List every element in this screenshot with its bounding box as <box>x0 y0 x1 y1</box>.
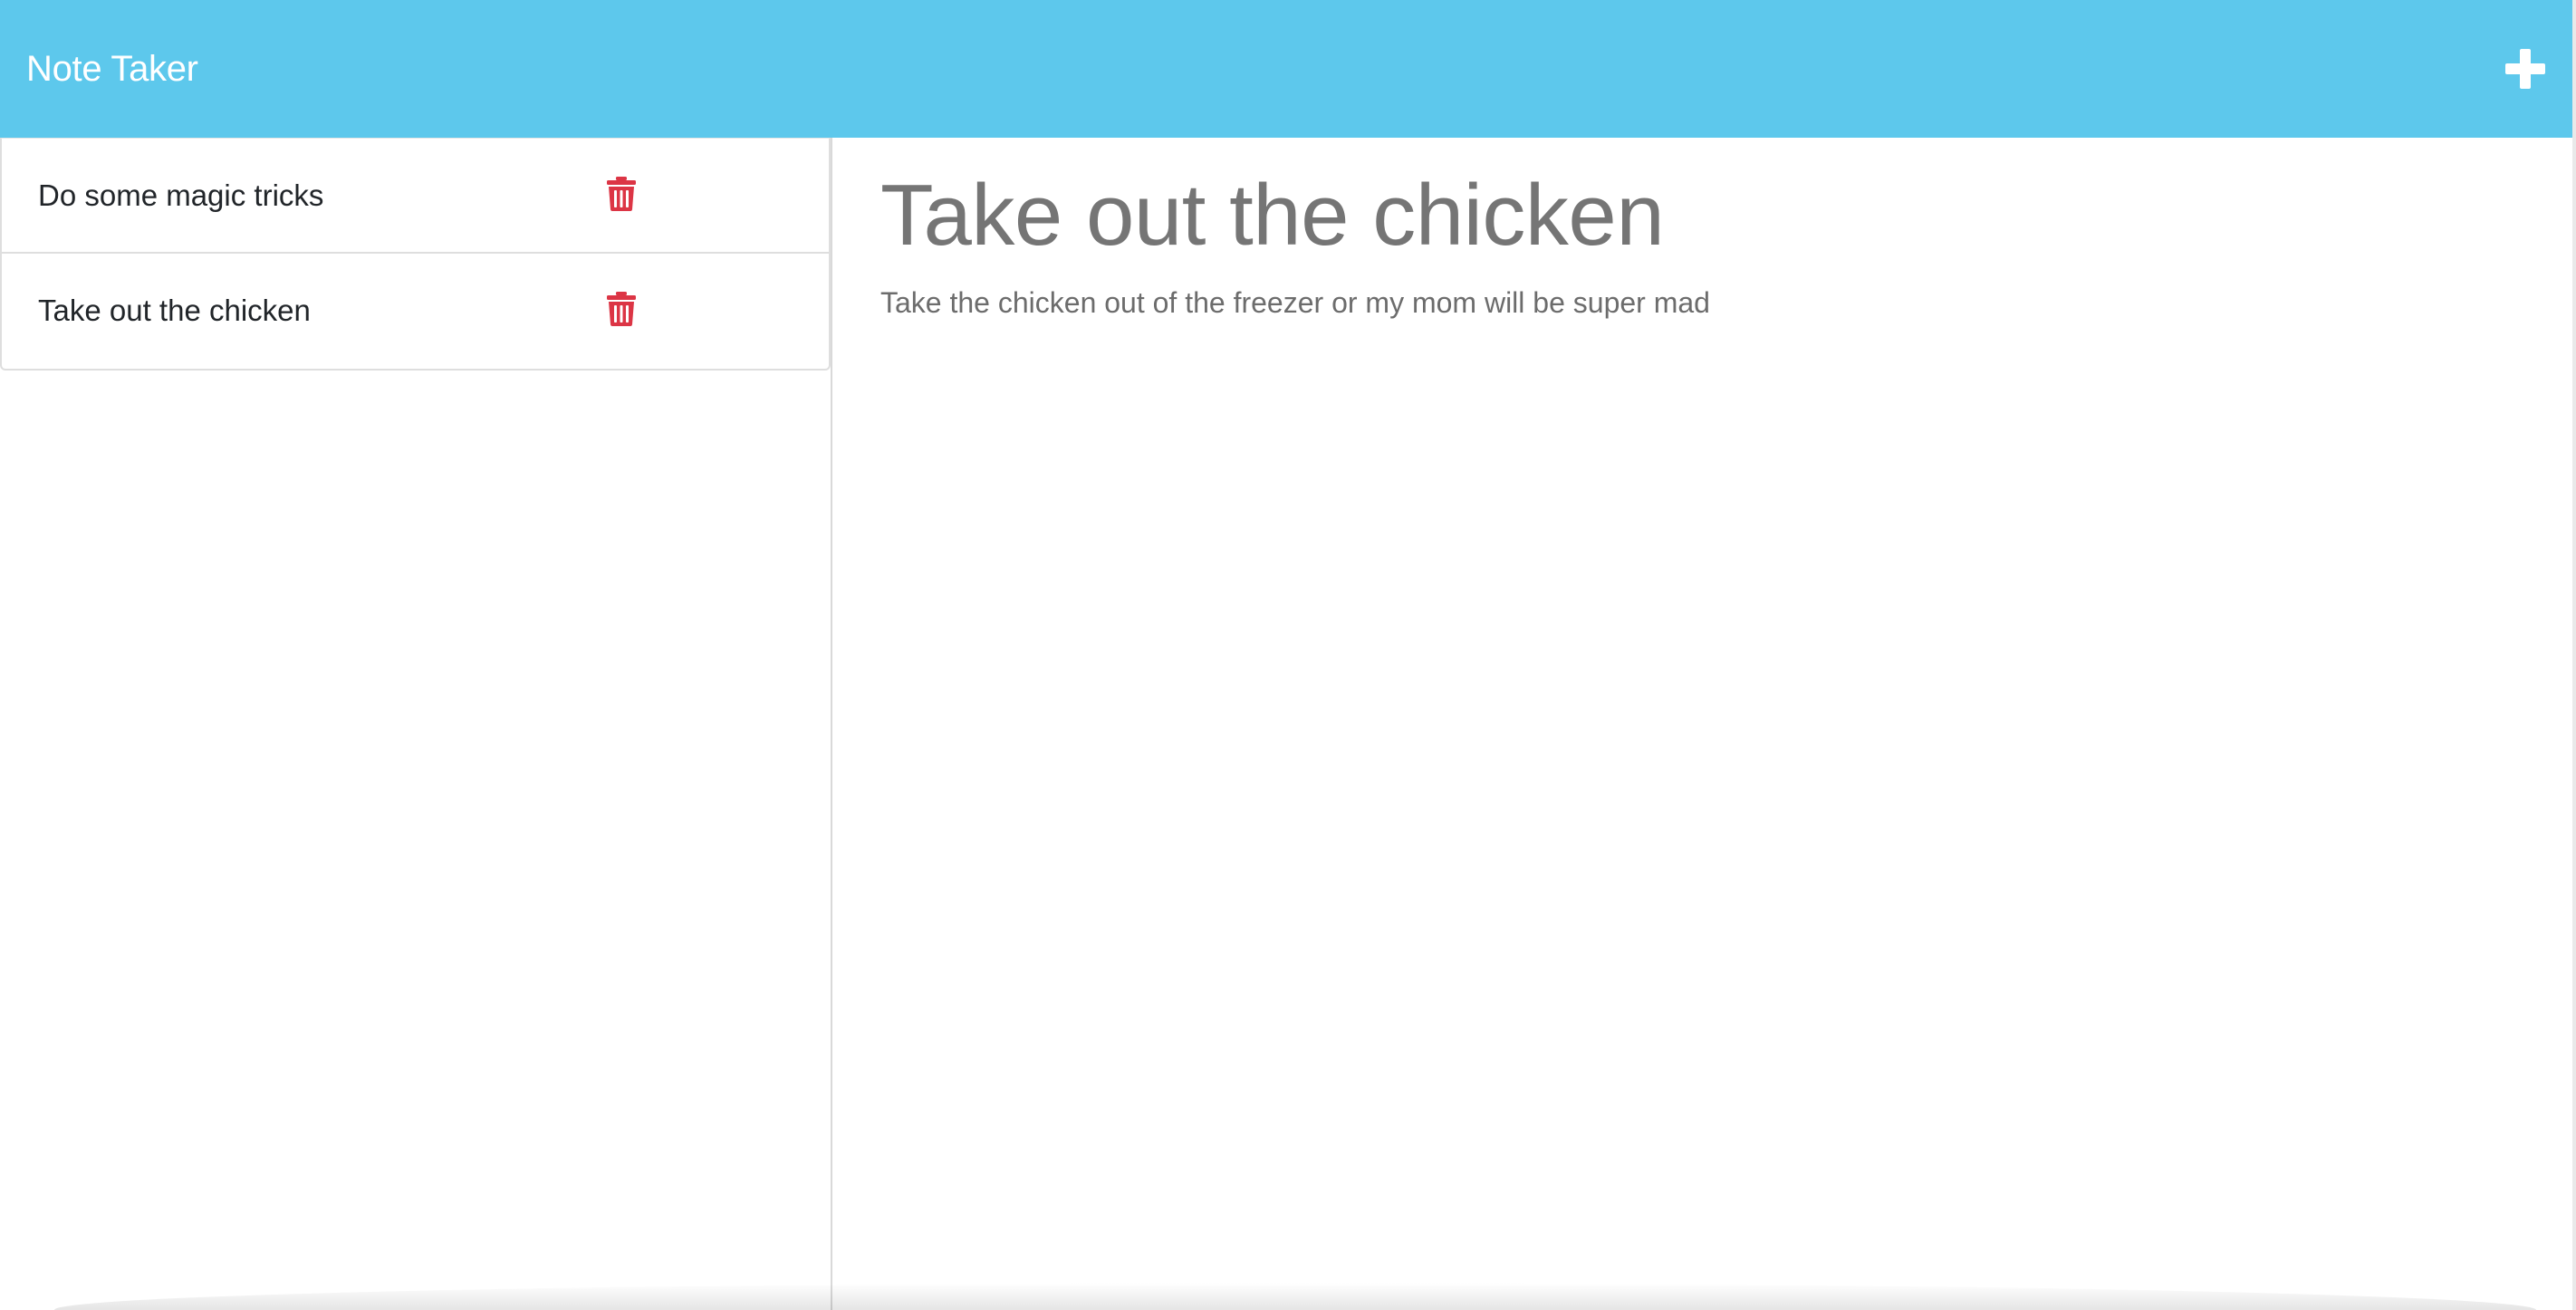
list-item[interactable]: Take out the chicken <box>0 254 831 371</box>
window-edge <box>2572 0 2576 1310</box>
delete-note-button[interactable] <box>606 176 637 212</box>
trash-icon <box>607 177 636 211</box>
navbar: Note Taker <box>0 0 2572 138</box>
note-list-title[interactable]: Do some magic tricks <box>38 177 323 215</box>
trash-icon <box>607 292 636 326</box>
new-note-button[interactable] <box>2498 42 2552 96</box>
delete-note-button[interactable] <box>606 291 637 327</box>
list-item[interactable]: Do some magic tricks <box>0 138 831 254</box>
note-list-title[interactable]: Take out the chicken <box>38 292 311 330</box>
note-list-sidebar: Do some magic tricks Take out the chicke… <box>0 138 832 1310</box>
note-list: Do some magic tricks Take out the chicke… <box>0 138 831 371</box>
plus-icon <box>2505 49 2545 89</box>
note-editor: Take the chicken out of the freezer or m… <box>833 138 2572 1310</box>
note-body-textarea[interactable]: Take the chicken out of the freezer or m… <box>880 281 2511 1259</box>
app-title: Note Taker <box>26 49 198 89</box>
note-title-input[interactable] <box>880 161 2511 270</box>
